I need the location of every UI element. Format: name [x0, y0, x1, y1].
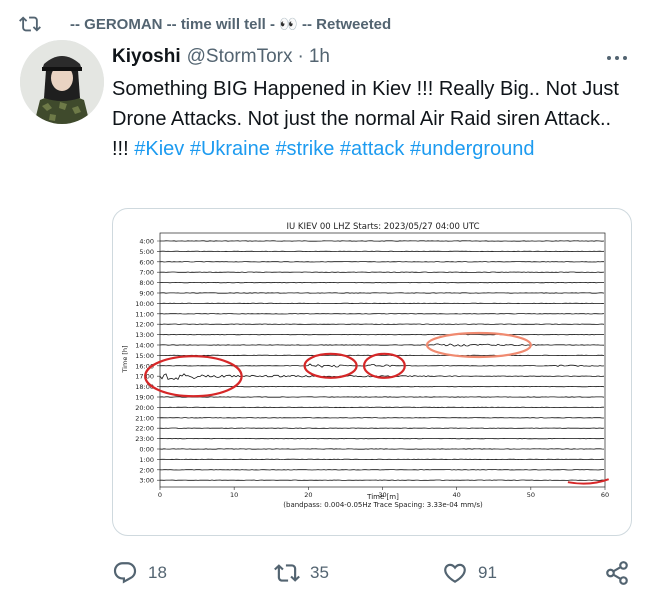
hour-label: 23:00	[135, 435, 154, 443]
like-count: 91	[478, 563, 497, 582]
hour-label: 0:00	[139, 446, 154, 454]
hour-label: 14:00	[135, 342, 154, 350]
more-dot	[607, 56, 611, 60]
avatar[interactable]	[20, 40, 104, 124]
minute-label: 20	[304, 491, 312, 499]
trace-line	[159, 343, 605, 347]
tweet-actions: 18 35 91	[112, 556, 632, 590]
hour-label: 8:00	[139, 279, 154, 287]
hour-label: 1:00	[139, 456, 154, 464]
x-axis-label: Time [m]	[366, 493, 399, 501]
seismogram-plot: IU KIEV 00 LHZ Starts: 2023/05/27 04:00 …	[121, 222, 609, 509]
trace-line	[159, 363, 605, 368]
hour-label: 12:00	[135, 321, 154, 329]
retweet-count: 35	[310, 563, 329, 582]
like-button[interactable]: 91	[442, 556, 497, 590]
plot-note: (bandpass: 0.004-0.05Hz Trace Spacing: 3…	[283, 501, 483, 509]
hour-label: 15:00	[135, 352, 154, 360]
reply-icon	[113, 562, 137, 584]
retweet-icon	[274, 564, 300, 582]
minute-label: 10	[230, 491, 238, 499]
hour-label: 10:00	[135, 300, 154, 308]
author-name[interactable]: Kiyoshi	[112, 46, 181, 68]
minute-label: 50	[527, 491, 535, 499]
retweet-context-text: -- GEROMAN -- time will tell - 👀 -- Retw…	[70, 16, 392, 33]
hour-label: 11:00	[135, 310, 154, 318]
hashtag-link[interactable]: #underground	[410, 138, 535, 160]
more-options-button[interactable]	[605, 48, 629, 68]
hashtag-link[interactable]: #attack	[340, 138, 404, 160]
minute-label: 0	[158, 491, 162, 499]
hour-label: 7:00	[139, 269, 154, 277]
hour-label: 2:00	[139, 466, 154, 474]
y-axis-label: Time [h]	[121, 345, 129, 373]
hashtag-link[interactable]: #strike	[275, 138, 334, 160]
share-button[interactable]	[604, 556, 630, 590]
reply-button[interactable]: 18	[112, 556, 167, 590]
tweet-header: Kiyoshi @StormTorx · 1h	[112, 44, 330, 70]
tweet-media-image[interactable]: IU KIEV 00 LHZ Starts: 2023/05/27 04:00 …	[112, 208, 632, 536]
hour-label: 22:00	[135, 425, 154, 433]
hour-labels: 4:00 5:00 6:00 7:00 8:00 9:00 10:00 11:00 12:00 1…	[135, 238, 160, 485]
tweet-text: Something BIG Happened in Kiev !!! Reall…	[112, 74, 632, 164]
plot-title: IU KIEV 00 LHZ Starts: 2023/05/27 04:00 …	[286, 222, 479, 232]
retweet-button[interactable]: 35	[274, 556, 329, 590]
hour-label: 9:00	[139, 290, 154, 298]
retweet-context[interactable]: -- GEROMAN -- time will tell - 👀 -- Retw…	[19, 12, 392, 36]
hashtag-link[interactable]: #Ukraine	[190, 138, 270, 160]
minute-label: 40	[453, 491, 461, 499]
hour-label: 20:00	[135, 404, 154, 412]
more-dot	[615, 56, 619, 60]
share-icon	[606, 561, 628, 585]
hour-label: 13:00	[135, 331, 154, 339]
hour-label: 5:00	[139, 248, 154, 256]
hour-label: 6:00	[139, 258, 154, 266]
reply-count: 18	[148, 563, 167, 582]
tweet-timestamp[interactable]: 1h	[309, 46, 330, 68]
hour-label: 3:00	[139, 477, 154, 485]
seismogram-traces	[159, 232, 606, 488]
hour-label: 19:00	[135, 394, 154, 402]
hour-label: 21:00	[135, 414, 154, 422]
avatar-image	[20, 40, 104, 124]
heart-icon	[444, 563, 466, 583]
minute-label: 60	[601, 491, 609, 499]
separator-dot: ·	[297, 46, 304, 67]
more-dot	[623, 56, 627, 60]
author-handle[interactable]: @StormTorx	[187, 46, 293, 68]
hour-label: 4:00	[139, 238, 154, 246]
retweet-icon	[19, 16, 41, 32]
hashtag-link[interactable]: #Kiev	[134, 138, 184, 160]
